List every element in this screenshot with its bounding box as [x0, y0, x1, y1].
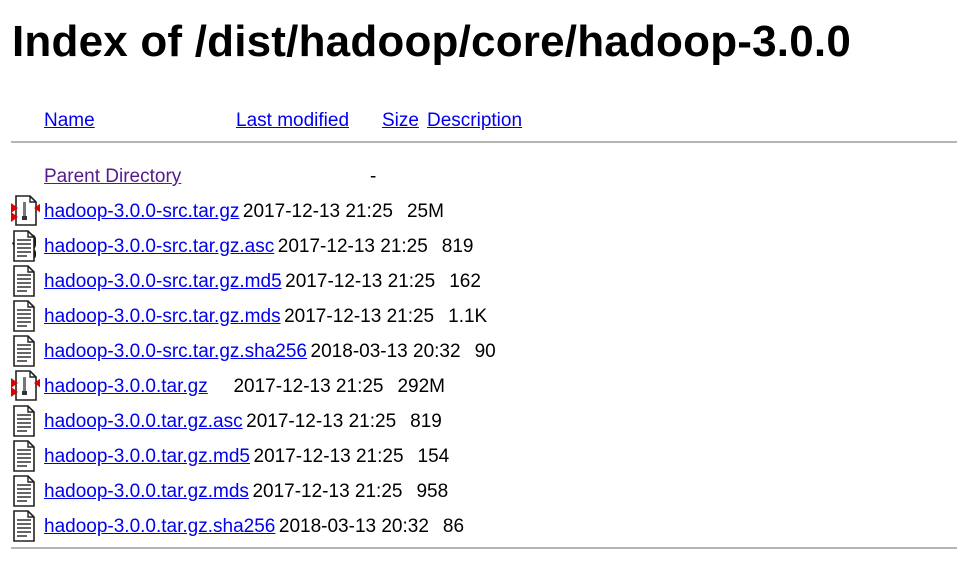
text-icon — [10, 404, 40, 439]
file-link[interactable]: hadoop-3.0.0.tar.gz — [44, 369, 208, 404]
file-last-modified: 2017-12-13 21:25 — [246, 411, 397, 432]
file-row: hadoop-3.0.0-src.tar.gz.md5 2017-12-13 21… — [0, 264, 957, 299]
file-link[interactable]: hadoop-3.0.0.tar.gz.md5 — [44, 439, 250, 474]
text-icon — [10, 264, 40, 299]
text-icon — [10, 439, 40, 474]
file-size: 86 — [442, 516, 465, 537]
file-size: 25M — [406, 201, 444, 222]
text-icon — [10, 334, 40, 369]
file-last-modified: 2017-12-13 21:25 — [285, 271, 436, 292]
file-row: hadoop-3.0.0-src.tar.gz.sha256 2018-03-13… — [0, 334, 957, 369]
file-last-modified: 2017-12-13 21:25 — [252, 481, 403, 502]
file-size: 154 — [417, 446, 450, 467]
file-row: hadoop-3.0.0-src.tar.gz 2017-12-13 21:25 2… — [0, 194, 957, 229]
file-size: 819 — [410, 411, 442, 432]
file-row: hadoop-3.0.0.tar.gz.asc 2017-12-13 21:25 8… — [0, 404, 957, 439]
file-row: hadoop-3.0.0-src.tar.gz.mds 2017-12-13 21… — [0, 299, 957, 334]
file-size: 958 — [416, 481, 449, 502]
column-last-modified-link[interactable]: Last modified — [236, 103, 349, 138]
file-last-modified: 2017-12-13 21:25 — [284, 306, 435, 327]
file-link[interactable]: hadoop-3.0.0.tar.gz.asc — [44, 404, 243, 439]
back-icon — [10, 159, 40, 259]
file-link[interactable]: hadoop-3.0.0-src.tar.gz.mds — [44, 299, 281, 334]
column-size-link[interactable]: Size — [382, 103, 419, 138]
file-size: 1.1K — [448, 306, 488, 327]
file-size: 162 — [449, 271, 481, 292]
file-last-modified: 2017-12-13 21:25 — [253, 446, 404, 467]
compressed-icon — [10, 369, 40, 404]
file-link[interactable]: hadoop-3.0.0.tar.gz.mds — [44, 474, 249, 509]
file-size: 292M — [397, 376, 446, 397]
file-size: 819 — [441, 236, 474, 257]
file-size: 90 — [474, 341, 496, 362]
file-link[interactable]: hadoop-3.0.0-src.tar.gz.sha256 — [44, 334, 307, 369]
file-link[interactable]: hadoop-3.0.0-src.tar.gz.asc — [44, 229, 274, 264]
page-title: Index of /dist/hadoop/core/hadoop-3.0.0 — [12, 17, 851, 66]
text-icon — [10, 509, 40, 544]
column-description-link[interactable]: Description — [427, 103, 522, 138]
file-row: hadoop-3.0.0.tar.gz 2017-12-13 21:25 292M — [0, 369, 957, 404]
parent-directory-row: Parent Directory - — [0, 159, 957, 259]
file-last-modified: 2017-12-13 21:25 — [233, 376, 384, 397]
file-row: hadoop-3.0.0.tar.gz.sha256 2018-03-13 20:… — [0, 509, 957, 544]
parent-directory-link[interactable]: Parent Directory — [44, 159, 181, 194]
compressed-icon — [10, 194, 40, 229]
file-row: hadoop-3.0.0-src.tar.gz.asc 2017-12-13 21… — [0, 229, 957, 264]
file-link[interactable]: hadoop-3.0.0.tar.gz.sha256 — [44, 509, 275, 544]
file-link[interactable]: hadoop-3.0.0-src.tar.gz.md5 — [44, 264, 282, 299]
column-header-row: Name Last modified Size Description — [0, 103, 957, 138]
parent-directory-size: - — [370, 166, 377, 187]
file-last-modified: 2018-03-13 20:32 — [310, 341, 461, 362]
file-row: hadoop-3.0.0.tar.gz.mds 2017-12-13 21:25 9… — [0, 474, 957, 509]
header-divider — [11, 141, 957, 143]
text-icon — [10, 474, 40, 509]
column-name-link[interactable]: Name — [44, 103, 95, 138]
file-last-modified: 2017-12-13 21:25 — [277, 236, 428, 257]
file-last-modified: 2018-03-13 20:32 — [278, 516, 429, 537]
file-link[interactable]: hadoop-3.0.0-src.tar.gz — [44, 194, 239, 229]
file-row: hadoop-3.0.0.tar.gz.md5 2017-12-13 21:25 1… — [0, 439, 957, 474]
text-icon — [10, 229, 40, 264]
footer-divider — [11, 547, 957, 549]
text-icon — [10, 299, 40, 334]
file-last-modified: 2017-12-13 21:25 — [242, 201, 393, 222]
